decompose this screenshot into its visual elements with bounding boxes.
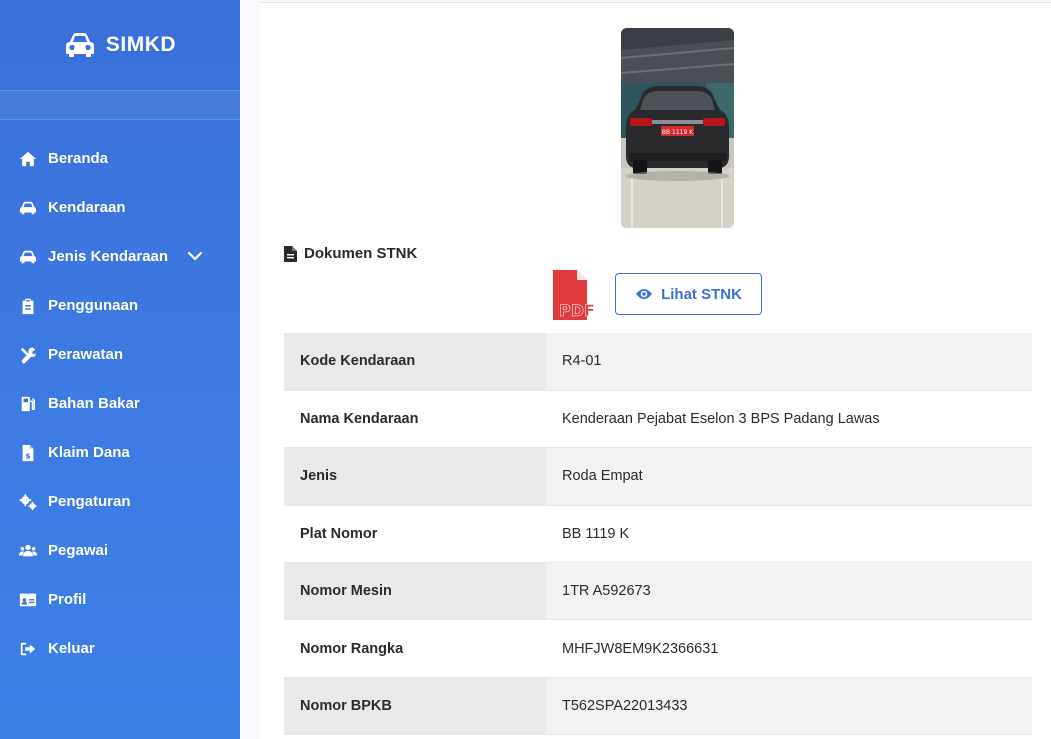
pdf-icon-text: PDF bbox=[559, 301, 595, 320]
vehicle-info-table: Kode Kendaraan R4-01 Nama Kendaraan Kender… bbox=[284, 333, 1032, 735]
row-label: Nomor Mesin bbox=[284, 562, 546, 620]
row-label: Jenis bbox=[284, 447, 546, 506]
sign-out-icon bbox=[18, 639, 38, 659]
sidebar-item-label: Kendaraan bbox=[48, 199, 126, 216]
sidebar-item-label: Klaim Dana bbox=[48, 444, 130, 461]
document-section-title: Dokumen STNK bbox=[284, 245, 417, 262]
row-label: Nomor Rangka bbox=[300, 640, 404, 657]
car-icon bbox=[65, 33, 94, 57]
row-value: R4-01 bbox=[562, 353, 602, 370]
clipboard-icon bbox=[18, 296, 38, 316]
sidebar-item-label: Pengaturan bbox=[48, 493, 131, 510]
sidebar-item-label: Pegawai bbox=[48, 542, 109, 559]
id-card-icon bbox=[18, 590, 38, 610]
row-label: Nama Kendaraan bbox=[300, 411, 419, 428]
vehicle-detail-card: BB 1119 K Dokumen STNK PDF Lihat STNK Ko… bbox=[260, 2, 1051, 739]
table-row: Nomor Rangka MHFJW8EM9K2366631 bbox=[284, 620, 1032, 678]
file-invoice-dollar-icon: $ bbox=[18, 443, 38, 463]
sidebar: SIMKD Beranda Kendaraan Jenis Kendaraan … bbox=[0, 0, 240, 739]
row-value: BB 1119 K bbox=[562, 525, 630, 542]
sidebar-item-label: Jenis Kendaraan bbox=[48, 248, 169, 265]
brand-name: SIMKD bbox=[105, 33, 177, 56]
sidebar-item-kendaraan[interactable]: Kendaraan bbox=[0, 183, 240, 232]
sidebar-item-klaim-dana[interactable]: $ Klaim Dana bbox=[0, 428, 240, 477]
row-value: 1TR A592673 bbox=[562, 583, 651, 600]
brand[interactable]: SIMKD bbox=[0, 0, 240, 90]
gas-pump-icon bbox=[18, 394, 38, 414]
sidebar-item-pegawai[interactable]: Pegawai bbox=[0, 526, 240, 575]
sidebar-item-perawatan[interactable]: Perawatan bbox=[0, 330, 240, 379]
gears-icon bbox=[18, 492, 38, 512]
sidebar-item-keluar[interactable]: Keluar bbox=[0, 624, 240, 673]
sidebar-item-label: Penggunaan bbox=[48, 297, 139, 314]
sidebar-divider bbox=[0, 90, 240, 120]
sidebar-item-beranda[interactable]: Beranda bbox=[0, 134, 240, 183]
document-section-label: Dokumen STNK bbox=[304, 245, 418, 262]
car-icon bbox=[18, 198, 38, 218]
table-row: Plat Nomor BB 1119 K bbox=[284, 505, 1032, 563]
car-icon bbox=[18, 247, 38, 267]
view-stnk-label: Lihat STNK bbox=[661, 285, 742, 303]
sidebar-item-label: Beranda bbox=[48, 150, 109, 167]
table-row: Kode Kendaraan R4-01 bbox=[284, 333, 1032, 391]
sidebar-nav: Beranda Kendaraan Jenis Kendaraan Penggu… bbox=[0, 120, 240, 673]
table-row: Jenis Roda Empat bbox=[284, 447, 1032, 506]
sidebar-item-penggunaan[interactable]: Penggunaan bbox=[0, 281, 240, 330]
home-icon bbox=[18, 149, 38, 169]
row-value: Kenderaan Pejabat Eselon 3 BPS Padang La… bbox=[562, 411, 880, 428]
pdf-file-icon[interactable]: PDF bbox=[551, 270, 599, 320]
vehicle-photo[interactable]: BB 1119 K bbox=[621, 28, 734, 228]
row-label: Nomor BPKB bbox=[284, 677, 546, 735]
users-icon bbox=[18, 541, 38, 561]
sidebar-item-pengaturan[interactable]: Pengaturan bbox=[0, 477, 240, 526]
row-value: MHFJW8EM9K2366631 bbox=[562, 640, 719, 657]
sidebar-item-label: Profil bbox=[48, 591, 87, 608]
row-label: Plat Nomor bbox=[300, 525, 378, 542]
table-row: Nomor Mesin 1TR A592673 bbox=[284, 562, 1032, 620]
license-plate-text: BB 1119 K bbox=[662, 129, 694, 136]
row-label: Kode Kendaraan bbox=[284, 333, 546, 391]
sidebar-item-profil[interactable]: Profil bbox=[0, 575, 240, 624]
eye-icon bbox=[636, 289, 653, 299]
chevron-down-icon[interactable] bbox=[187, 248, 203, 264]
tools-icon bbox=[18, 345, 38, 365]
table-row: Nama Kendaraan Kenderaan Pejabat Eselon 3… bbox=[284, 390, 1032, 448]
main-content: BB 1119 K Dokumen STNK PDF Lihat STNK Ko… bbox=[240, 0, 1051, 739]
table-row: Nomor BPKB T562SPA22013433 bbox=[284, 677, 1032, 735]
view-stnk-button[interactable]: Lihat STNK bbox=[615, 273, 762, 315]
file-icon bbox=[284, 245, 297, 262]
row-value: T562SPA22013433 bbox=[562, 698, 688, 715]
row-value: Roda Empat bbox=[562, 468, 643, 485]
sidebar-item-label: Bahan Bakar bbox=[48, 395, 140, 412]
sidebar-item-bahan-bakar[interactable]: Bahan Bakar bbox=[0, 379, 240, 428]
sidebar-item-jenis-kendaraan[interactable]: Jenis Kendaraan bbox=[0, 232, 240, 281]
svg-text:$: $ bbox=[25, 451, 30, 460]
sidebar-item-label: Keluar bbox=[48, 640, 95, 657]
sidebar-item-label: Perawatan bbox=[48, 346, 124, 363]
